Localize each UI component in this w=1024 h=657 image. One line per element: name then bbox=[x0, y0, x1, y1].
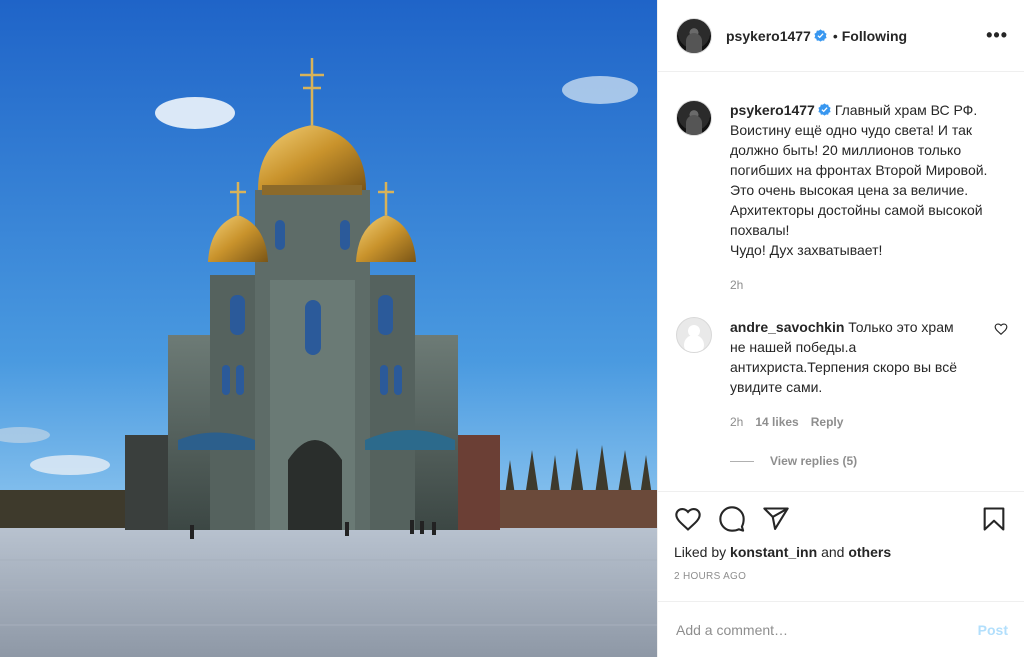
share-icon[interactable] bbox=[762, 505, 790, 533]
following-button[interactable]: Following bbox=[842, 28, 907, 44]
header-author: psykero1477 • Following bbox=[726, 28, 907, 44]
post-actions: Liked by konstant_inn and others 2 HOURS… bbox=[658, 491, 1024, 601]
action-icons bbox=[674, 504, 1008, 534]
reply-button[interactable]: Reply bbox=[811, 412, 844, 432]
caption-content: Главный храм ВС РФ. Воистину ещё одно чу… bbox=[730, 102, 988, 258]
liked-and: and bbox=[821, 544, 845, 560]
post-button[interactable]: Post bbox=[978, 622, 1008, 638]
comments-section: psykero1477 Главный храм ВС РФ. Воистину… bbox=[658, 72, 1024, 491]
commenter-avatar[interactable] bbox=[676, 317, 712, 353]
more-icon[interactable]: ••• bbox=[986, 25, 1008, 46]
comment-icon[interactable] bbox=[718, 505, 746, 533]
comment-time[interactable]: 2h bbox=[730, 412, 743, 432]
liked-prefix: Liked by bbox=[674, 544, 727, 560]
post-side-panel: psykero1477 • Following ••• psykero1477 … bbox=[657, 0, 1024, 657]
verified-icon bbox=[818, 103, 831, 116]
comment-item: andre_savochkin Только это храм не нашей… bbox=[676, 317, 1008, 432]
comment-input[interactable] bbox=[676, 621, 978, 638]
author-username[interactable]: psykero1477 bbox=[726, 28, 811, 44]
caption-text: psykero1477 Главный храм ВС РФ. Воистину… bbox=[730, 100, 1000, 260]
author-avatar[interactable] bbox=[676, 17, 712, 54]
commenter-username[interactable]: andre_savochkin bbox=[730, 319, 844, 335]
add-comment-bar: Post bbox=[658, 601, 1024, 657]
liked-user[interactable]: konstant_inn bbox=[730, 544, 817, 560]
caption-time[interactable]: 2h bbox=[730, 275, 743, 295]
post-timestamp[interactable]: 2 HOURS AGO bbox=[674, 571, 1008, 582]
comment-meta: 2h 14 likes Reply bbox=[730, 412, 970, 432]
cathedral-image bbox=[0, 0, 657, 657]
caption: psykero1477 Главный храм ВС РФ. Воистину… bbox=[676, 100, 1008, 295]
caption-avatar[interactable] bbox=[676, 100, 712, 136]
comment-text: andre_savochkin Только это храм не нашей… bbox=[730, 317, 970, 397]
verified-icon bbox=[814, 29, 827, 42]
liked-others[interactable]: others bbox=[848, 544, 891, 560]
post-header: psykero1477 • Following ••• bbox=[658, 0, 1024, 72]
separator-dot: • bbox=[832, 27, 838, 44]
bookmark-icon[interactable] bbox=[980, 505, 1008, 533]
comment-heart-icon[interactable] bbox=[994, 322, 1008, 336]
caption-body: psykero1477 Главный храм ВС РФ. Воистину… bbox=[730, 100, 1000, 295]
post-photo[interactable] bbox=[0, 0, 657, 657]
comment-likes[interactable]: 14 likes bbox=[755, 412, 798, 432]
instagram-post: psykero1477 • Following ••• psykero1477 … bbox=[0, 0, 1024, 657]
comment-body: andre_savochkin Только это храм не нашей… bbox=[730, 317, 970, 432]
caption-username[interactable]: psykero1477 bbox=[730, 102, 815, 118]
liked-by: Liked by konstant_inn and others bbox=[674, 544, 1008, 560]
view-replies-link[interactable]: View replies (5) bbox=[730, 454, 1008, 468]
heart-icon[interactable] bbox=[674, 505, 702, 533]
caption-meta: 2h bbox=[730, 275, 1000, 295]
